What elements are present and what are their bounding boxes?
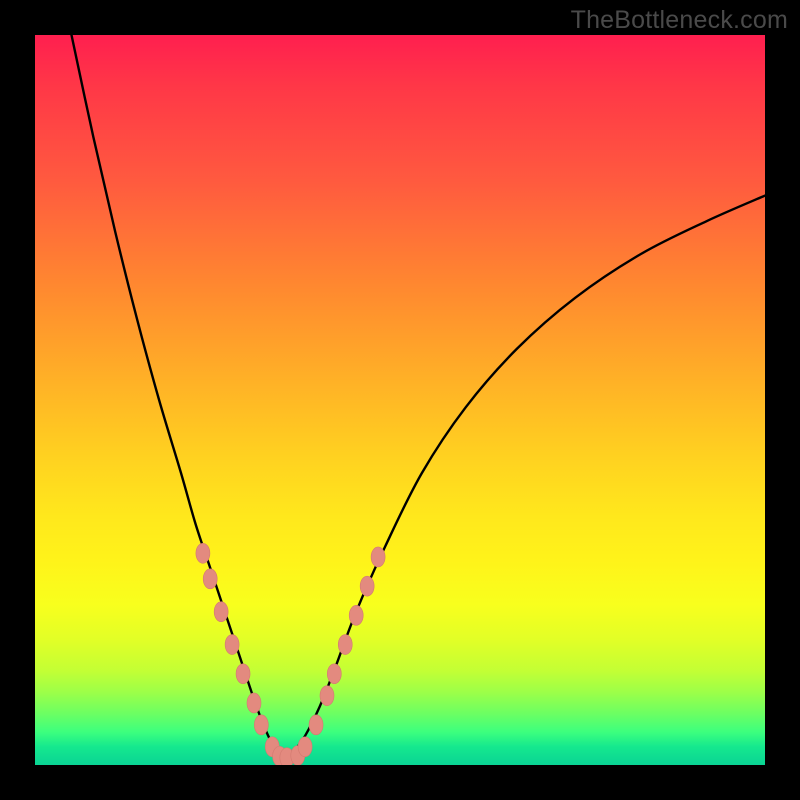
marker-point	[327, 664, 341, 684]
marker-point	[254, 715, 268, 735]
marker-point	[338, 635, 352, 655]
curve-left-path	[72, 35, 284, 758]
marker-point	[203, 569, 217, 589]
chart-svg	[35, 35, 765, 765]
marker-point	[320, 686, 334, 706]
gradient-plot-area	[35, 35, 765, 765]
marker-point	[236, 664, 250, 684]
marker-point	[196, 543, 210, 563]
outer-frame: TheBottleneck.com	[0, 0, 800, 800]
marker-point	[214, 602, 228, 622]
curve-right-path	[283, 196, 765, 758]
marker-point	[247, 693, 261, 713]
marker-point	[225, 635, 239, 655]
watermark-text: TheBottleneck.com	[571, 6, 788, 35]
marker-point	[349, 605, 363, 625]
marker-group	[196, 543, 385, 765]
marker-point	[309, 715, 323, 735]
marker-point	[360, 576, 374, 596]
marker-point	[371, 547, 385, 567]
marker-point	[298, 737, 312, 757]
